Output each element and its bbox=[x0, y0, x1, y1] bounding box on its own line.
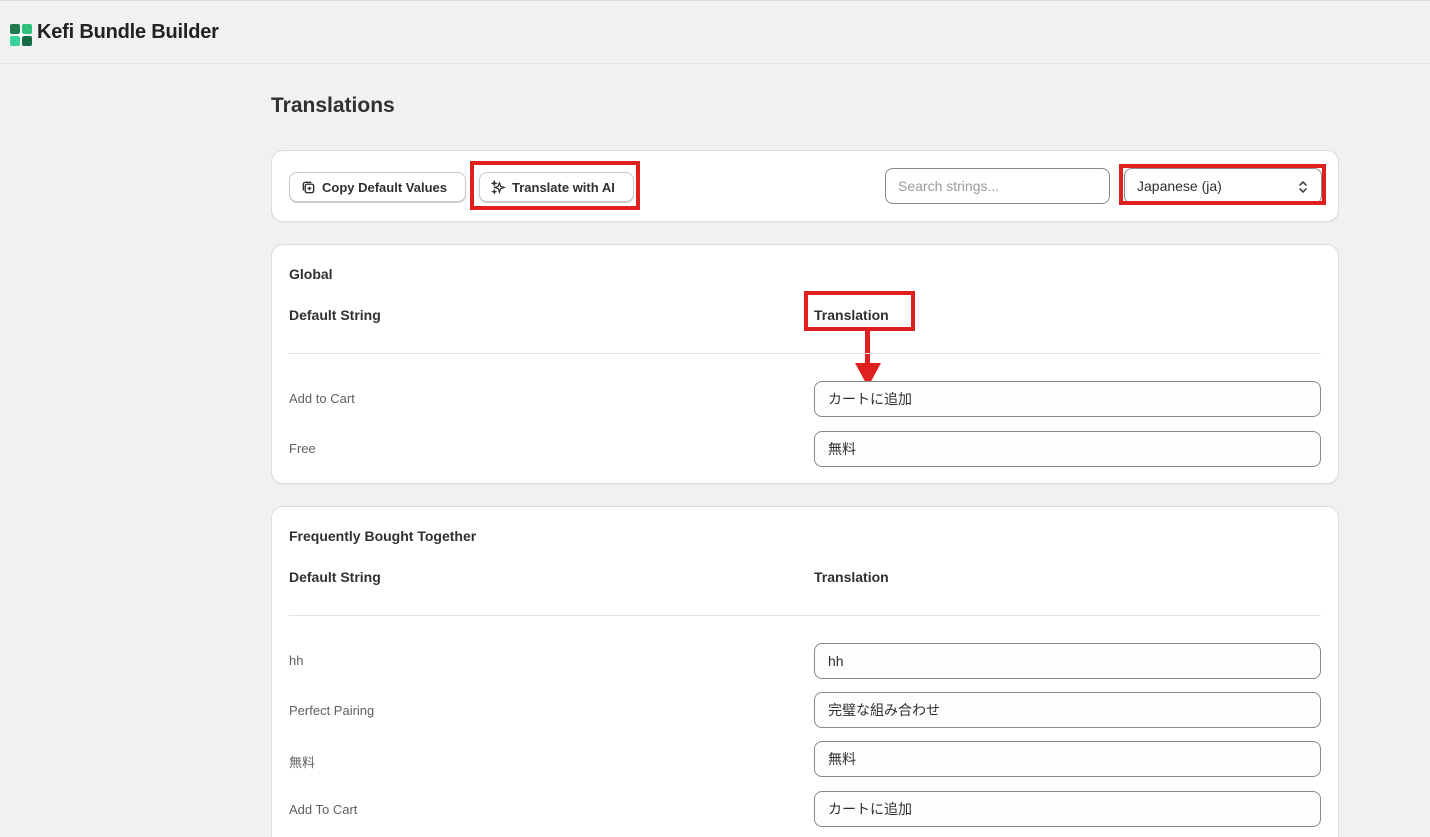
row-default-string: hh bbox=[289, 653, 304, 668]
copy-icon bbox=[302, 181, 315, 193]
page-title: Translations bbox=[271, 94, 395, 117]
top-bar: Kefi Bundle Builder bbox=[0, 0, 1430, 64]
translation-input[interactable]: カートに追加 bbox=[814, 791, 1321, 827]
arrow-down-icon bbox=[855, 331, 881, 387]
translation-input[interactable]: 無料 bbox=[814, 741, 1321, 777]
section-title: Global bbox=[289, 266, 333, 282]
translation-input[interactable]: hh bbox=[814, 643, 1321, 679]
copy-default-values-button[interactable]: Copy Default Values bbox=[289, 172, 466, 202]
row-default-string: Add to Cart bbox=[289, 391, 355, 406]
app-title: Kefi Bundle Builder bbox=[37, 21, 219, 43]
column-header-translation: Translation bbox=[814, 569, 889, 585]
section-card-frequently-bought-together: Frequently Bought Together Default Strin… bbox=[271, 506, 1339, 837]
translation-input[interactable]: カートに追加 bbox=[814, 381, 1321, 417]
section-card-global: Global Default String Translation Add to… bbox=[271, 244, 1339, 484]
column-header-default: Default String bbox=[289, 307, 381, 323]
copy-default-values-label: Copy Default Values bbox=[322, 179, 447, 195]
toolbar-card: Copy Default Values Translate with AI Ja… bbox=[271, 150, 1339, 222]
kefi-logo-icon bbox=[10, 24, 32, 46]
column-header-default: Default String bbox=[289, 569, 381, 585]
row-default-string: Add To Cart bbox=[289, 802, 358, 817]
row-default-string: Perfect Pairing bbox=[289, 703, 375, 718]
search-strings-input[interactable] bbox=[885, 168, 1110, 204]
section-title: Frequently Bought Together bbox=[289, 528, 477, 544]
translation-input[interactable]: 無料 bbox=[814, 431, 1321, 467]
highlight-box-language bbox=[1119, 164, 1326, 205]
translation-input[interactable]: 完璧な組み合わせ bbox=[814, 692, 1321, 728]
row-default-string: Free bbox=[289, 441, 316, 456]
highlight-box-translate-ai bbox=[470, 161, 640, 210]
divider bbox=[289, 615, 1321, 616]
row-default-string: 無料 bbox=[289, 755, 316, 770]
highlight-box-translation bbox=[804, 291, 915, 331]
divider bbox=[289, 353, 1321, 354]
